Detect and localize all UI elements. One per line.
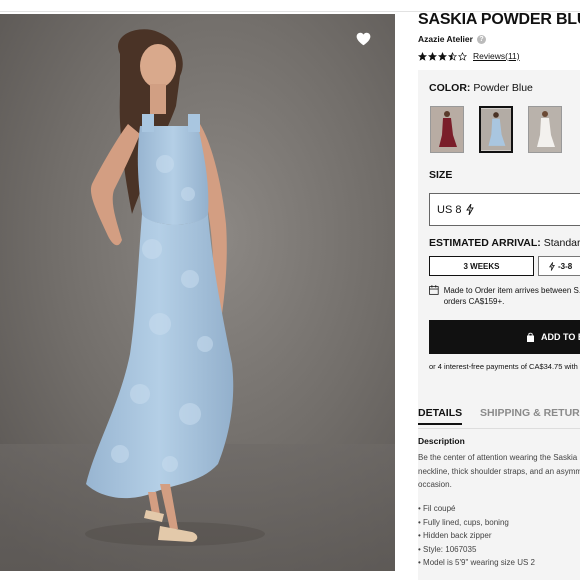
color-value: Powder Blue (473, 82, 533, 94)
list-item: • Model is 5'9" wearing size US 2 (418, 558, 535, 567)
arrival-value: Standard (543, 237, 580, 249)
bolt-icon (466, 204, 475, 215)
wishlist-button[interactable] (356, 32, 386, 62)
help-icon[interactable]: ? (476, 34, 486, 44)
star-icon (448, 51, 457, 61)
list-item: • Hidden back zipper (418, 531, 492, 540)
brand-name: Azazie Atelier (418, 34, 473, 44)
star-icon (438, 51, 447, 61)
swatch-white[interactable] (528, 106, 562, 153)
product-image (0, 14, 395, 571)
detail-bullets: • Fil coupé • Fully lined, cups, boning … (418, 502, 535, 570)
product-tabs: DETAILS SHIPPING & RETURN (418, 407, 580, 429)
shipping-option-3-weeks[interactable]: 3 WEEKS (429, 256, 534, 276)
shipping-option-label: -3-8 (558, 261, 573, 271)
swatch-powder-blue[interactable] (479, 106, 513, 153)
made-to-order-text: Made to Order item arrives between S... … (443, 286, 580, 306)
description-heading: Description (418, 436, 465, 446)
star-icon (428, 51, 437, 61)
product-details: SASKIA POWDER BLUE Azazie Atelier ? Revi… (418, 0, 580, 580)
add-to-bag-label: ADD TO B (541, 332, 580, 342)
swatch-burgundy-thumb (431, 107, 463, 152)
star-rating (418, 51, 467, 61)
size-label: SIZE (429, 169, 453, 181)
rating-row: Reviews(11) (418, 51, 520, 61)
installments-text: or 4 interest-free payments of CA$34.75 … (429, 362, 578, 371)
swatch-white-thumb (529, 107, 561, 152)
color-label: COLOR: (429, 82, 471, 94)
tab-shipping-returns[interactable]: SHIPPING & RETURN (480, 407, 580, 419)
shipping-option-label: 3 WEEKS (463, 261, 500, 271)
swatch-burgundy[interactable] (430, 106, 464, 153)
product-title: SASKIA POWDER BLUE (418, 11, 580, 28)
shipping-option-express[interactable]: -3-8 (538, 256, 580, 276)
add-to-bag-button[interactable]: ADD TO B (429, 320, 580, 354)
arrival-label: ESTIMATED ARRIVAL: (429, 237, 541, 249)
tab-details[interactable]: DETAILS (418, 407, 463, 425)
size-select[interactable]: US 8 (429, 193, 580, 226)
swatch-powder-blue-thumb (481, 108, 511, 151)
made-to-order-note: Made to Order item arrives between S... … (429, 285, 580, 307)
brand-row: Azazie Atelier ? (418, 34, 486, 44)
list-item: • Fully lined, cups, boning (418, 517, 509, 527)
reviews-link[interactable]: Reviews(11) (473, 51, 520, 61)
color-label-row: COLOR: Powder Blue (429, 82, 533, 94)
list-item: • Style: 1067035 (418, 544, 477, 554)
estimated-arrival: ESTIMATED ARRIVAL: Standard (429, 237, 580, 249)
bolt-icon (549, 261, 555, 271)
bag-icon (527, 332, 534, 342)
calendar-icon (429, 285, 439, 295)
star-icon (458, 51, 467, 61)
heart-icon (356, 32, 371, 46)
list-item: • Fil coupé (418, 504, 456, 513)
description-body: Be the center of attention wearing the S… (418, 453, 580, 489)
star-icon (418, 51, 427, 61)
size-value: US 8 (437, 203, 462, 216)
